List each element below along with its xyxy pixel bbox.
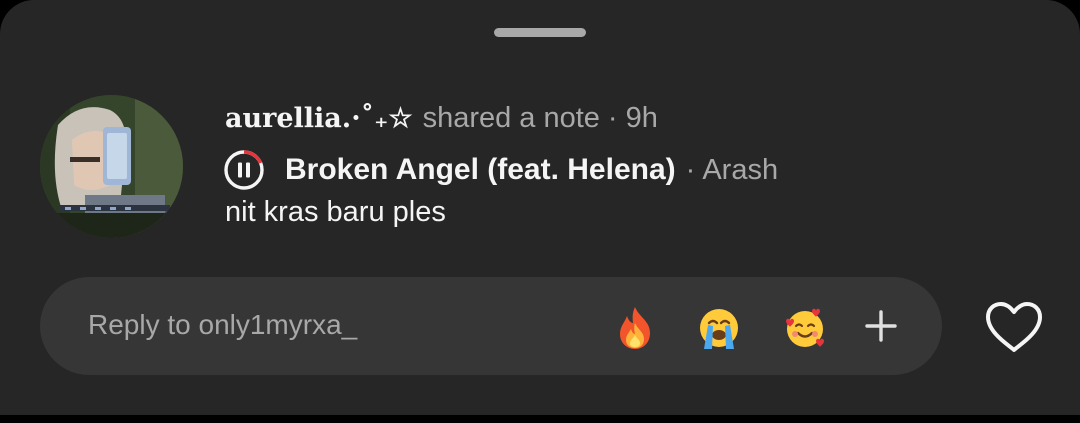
heart-outline-icon[interactable] (984, 300, 1044, 354)
plus-icon[interactable] (862, 307, 900, 345)
drag-handle[interactable] (494, 28, 586, 37)
note-header: aurellia.·˚₊☆ shared a note · 9h (225, 98, 658, 138)
shared-note-label: shared a note (422, 101, 600, 134)
pause-icon[interactable] (223, 149, 265, 191)
reply-input[interactable]: Reply to only1myrxa_ (88, 309, 357, 341)
song-title[interactable]: Broken Angel (feat. Helena) (285, 153, 676, 187)
smiling-face-with-hearts-icon[interactable] (782, 305, 828, 351)
fire-icon[interactable] (612, 305, 658, 351)
artist-name[interactable]: Arash (702, 154, 778, 187)
separator-dot: · (685, 153, 696, 186)
separator-dot: · (607, 101, 618, 134)
loudly-crying-face-icon[interactable] (696, 305, 742, 351)
avatar[interactable] (40, 95, 183, 238)
note-text: nit kras baru ples (225, 196, 446, 228)
note-bottom-sheet: aurellia.·˚₊☆ shared a note · 9h Broken … (0, 0, 1080, 415)
reply-bar[interactable]: Reply to only1myrxa_ (40, 277, 942, 375)
avatar-photo (40, 95, 183, 238)
music-row: Broken Angel (feat. Helena) · Arash (223, 148, 778, 192)
timestamp: 9h (625, 101, 658, 134)
username[interactable]: aurellia.·˚₊☆ (225, 103, 413, 134)
